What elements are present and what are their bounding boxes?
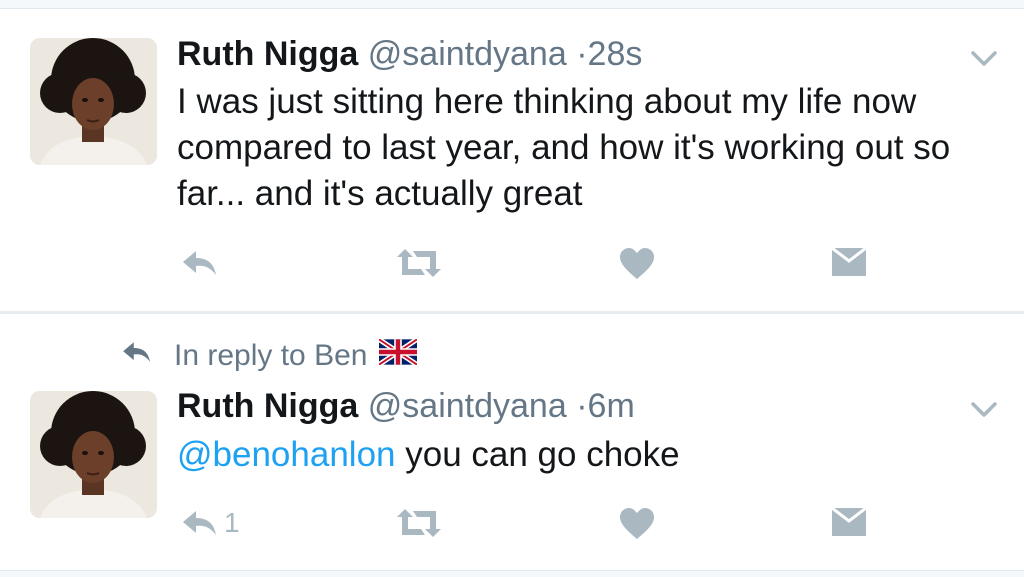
- uk-flag-icon: [378, 337, 419, 373]
- direct-message-icon: [831, 247, 867, 277]
- top-separator: [0, 0, 1024, 9]
- tweet-text: @benohanlon you can go choke: [177, 432, 957, 478]
- like-button[interactable]: [619, 247, 655, 281]
- tweet[interactable]: In reply to Ben Ruth Nigga @saintdyana ·…: [0, 314, 1024, 570]
- direct-message-icon: [831, 507, 867, 537]
- retweet-icon: [395, 507, 443, 539]
- reply-icon: [180, 247, 220, 279]
- reply-context[interactable]: In reply to Ben: [120, 336, 419, 376]
- tweet-timestamp[interactable]: 28s: [588, 35, 643, 73]
- tweet-actions: [0, 247, 1024, 287]
- reply-button[interactable]: [180, 247, 220, 279]
- meta-separator: ·: [576, 387, 588, 425]
- reply-icon: [180, 507, 220, 539]
- direct-message-button[interactable]: [831, 507, 867, 537]
- avatar[interactable]: [30, 391, 157, 518]
- chevron-down-icon[interactable]: [968, 398, 1000, 422]
- tweet-header: Ruth Nigga @saintdyana ·28s: [177, 34, 642, 74]
- retweet-button[interactable]: [395, 507, 443, 539]
- tweet-text-rest: you can go choke: [395, 435, 680, 474]
- meta-separator: ·: [576, 35, 588, 73]
- like-button[interactable]: [619, 507, 655, 541]
- mention-link[interactable]: @benohanlon: [177, 435, 396, 474]
- reply-button[interactable]: 1: [180, 507, 240, 539]
- author-name[interactable]: Ruth Nigga: [177, 387, 358, 425]
- chevron-down-icon[interactable]: [968, 47, 1000, 71]
- like-icon: [619, 507, 655, 541]
- tweet-timestamp[interactable]: 6m: [588, 387, 635, 425]
- tweet-actions: 1: [0, 507, 1024, 547]
- avatar[interactable]: [30, 38, 157, 165]
- direct-message-button[interactable]: [831, 247, 867, 277]
- author-name[interactable]: Ruth Nigga: [177, 35, 358, 73]
- author-handle[interactable]: @saintdyana: [368, 35, 567, 73]
- like-icon: [619, 247, 655, 281]
- retweet-icon: [395, 247, 443, 279]
- tweet[interactable]: Ruth Nigga @saintdyana ·28s I was just s…: [0, 9, 1024, 311]
- reply-count: 1: [224, 507, 240, 538]
- reply-context-text: In reply to Ben: [174, 339, 368, 372]
- tweet-text: I was just sitting here thinking about m…: [177, 82, 951, 213]
- reply-icon: [120, 339, 154, 373]
- tweet-header: Ruth Nigga @saintdyana ·6m: [177, 386, 635, 426]
- author-handle[interactable]: @saintdyana: [368, 387, 567, 425]
- retweet-button[interactable]: [395, 247, 443, 279]
